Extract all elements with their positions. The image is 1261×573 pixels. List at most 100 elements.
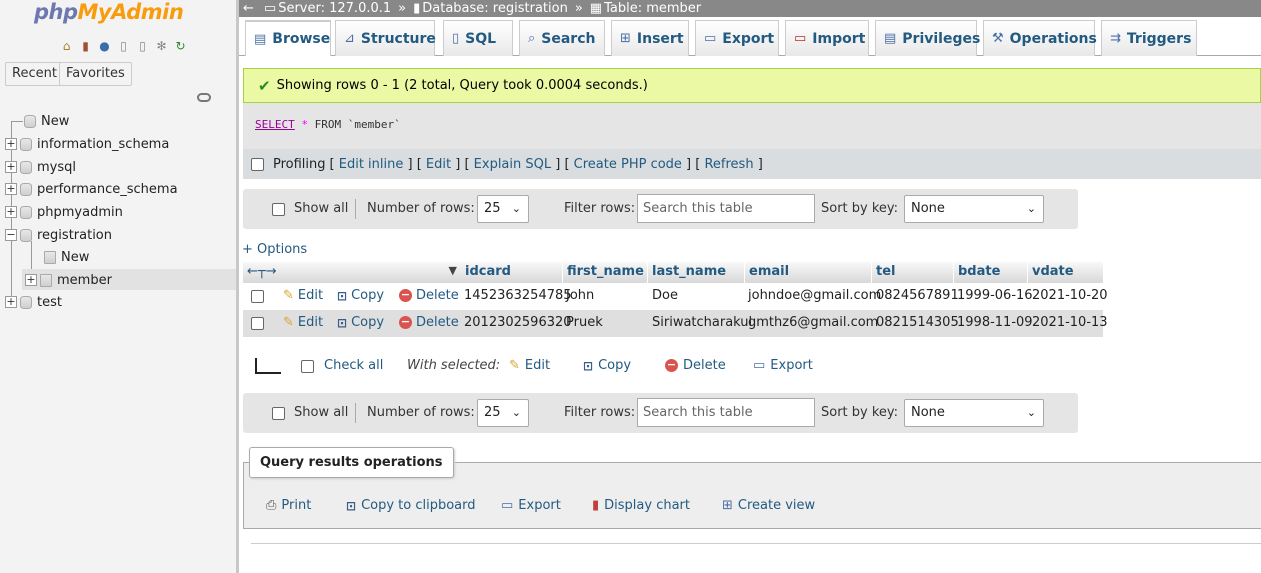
sort-select[interactable]: None ⌄ (904, 195, 1044, 223)
breadcrumb-table[interactable]: ▦ Table: member (590, 1, 701, 16)
docs-icon[interactable]: ▯ (115, 38, 132, 54)
tab-insert[interactable]: ⊞ Insert (611, 20, 689, 56)
tree-db-phpmyadmin[interactable]: + phpmyadmin (5, 202, 123, 222)
bulk-edit-button[interactable]: ✎ Edit (509, 358, 550, 373)
expand-icon[interactable]: + (5, 183, 17, 195)
row-copy-button[interactable]: ⊡ Copy (337, 315, 384, 330)
cell-vdate[interactable]: 2021-10-13 (1032, 315, 1108, 330)
row-delete-button[interactable]: − Delete (399, 315, 459, 330)
recent-tab[interactable]: Recent (5, 62, 64, 86)
tab-operations[interactable]: ⚒ Operations (983, 20, 1097, 56)
favorites-tab[interactable]: Favorites (59, 62, 132, 86)
cell-last-name[interactable]: Doe (652, 288, 678, 303)
expand-icon[interactable]: + (5, 206, 17, 218)
show-all-checkbox[interactable] (272, 203, 285, 216)
tree-db-test[interactable]: + test (5, 292, 62, 312)
rows-select[interactable]: 25 ⌄ (477, 195, 529, 223)
cell-email[interactable]: johndoe@gmail.com (748, 288, 881, 303)
cell-email[interactable]: gmthz6@gmail.com (748, 315, 878, 330)
tree-table-new[interactable]: New (44, 247, 89, 267)
cell-vdate[interactable]: 2021-10-20 (1032, 288, 1108, 303)
sql-keyword[interactable]: SELECT (255, 118, 295, 131)
back-arrow-icon[interactable]: ← (243, 1, 254, 16)
edit-inline-link[interactable]: Edit inline (339, 157, 404, 172)
bulk-export-button[interactable]: ▭ Export (753, 358, 813, 373)
tree-db-mysql[interactable]: + mysql (5, 157, 76, 177)
reload-icon[interactable]: ↻ (172, 38, 189, 54)
tab-triggers[interactable]: ⇉ Triggers (1101, 20, 1197, 56)
column-header-tel[interactable]: tel (872, 262, 953, 283)
tree-db-information-schema[interactable]: + information_schema (5, 134, 169, 154)
tab-export[interactable]: ▭ Export (695, 20, 779, 56)
cell-bdate[interactable]: 1999-06-16 (957, 288, 1033, 303)
collapse-icon[interactable]: − (5, 229, 17, 241)
expand-icon[interactable]: + (5, 161, 17, 173)
print-link[interactable]: ⎙ Print (266, 498, 311, 513)
cell-last-name[interactable]: Siriwatcharakul (652, 315, 752, 330)
column-header-idcard[interactable]: idcard (461, 262, 562, 283)
options-toggle[interactable]: + Options (242, 242, 307, 257)
explain-sql-link[interactable]: Explain SQL (474, 157, 551, 172)
sidebar-splitter[interactable] (236, 0, 239, 573)
cell-first-name[interactable]: John (566, 288, 594, 303)
display-chart-link[interactable]: ▮ Display chart (592, 498, 690, 513)
tab-browse[interactable]: ▤ Browse (245, 20, 331, 56)
cell-bdate[interactable]: 1998-11-09 (957, 315, 1033, 330)
sort-select[interactable]: None ⌄ (904, 399, 1044, 427)
tab-sql[interactable]: ▯ SQL (443, 20, 513, 56)
tree-db-performance-schema[interactable]: + performance_schema (5, 179, 178, 199)
column-header-bdate[interactable]: bdate (954, 262, 1027, 283)
column-header-vdate[interactable]: vdate (1028, 262, 1103, 283)
export-link[interactable]: ▭ Export (501, 498, 561, 513)
row-edit-button[interactable]: ✎ Edit (283, 288, 323, 303)
link-icon[interactable] (197, 93, 211, 102)
tab-structure[interactable]: ⊿ Structure (335, 20, 436, 56)
show-all-checkbox[interactable] (272, 407, 285, 420)
expand-icon[interactable]: + (5, 296, 17, 308)
cell-idcard[interactable]: 1452363254785 (464, 288, 572, 303)
home-icon[interactable]: ⌂ (58, 38, 75, 54)
column-header-email[interactable]: email (745, 262, 871, 283)
column-header-last-name[interactable]: last_name (648, 262, 744, 283)
expand-icon[interactable]: + (25, 274, 37, 286)
create-view-link[interactable]: ⊞ Create view (722, 498, 815, 513)
rows-select[interactable]: 25 ⌄ (477, 399, 529, 427)
bulk-delete-button[interactable]: − Delete (665, 358, 726, 373)
column-header-first-name[interactable]: first_name (563, 262, 647, 283)
copy-icon[interactable]: ▯ (134, 38, 151, 54)
cell-tel[interactable]: 0824567891 (876, 288, 959, 303)
cell-first-name[interactable]: Pruek (566, 315, 603, 330)
row-edit-button[interactable]: ✎ Edit (283, 315, 323, 330)
tab-import[interactable]: ▭ Import (785, 20, 869, 56)
row-checkbox[interactable] (251, 317, 264, 330)
row-copy-button[interactable]: ⊡ Copy (337, 288, 384, 303)
tree-db-registration[interactable]: − registration (5, 225, 112, 245)
tree-table-member[interactable]: + member (25, 270, 112, 290)
tab-privileges[interactable]: ▤ Privileges (875, 20, 980, 56)
row-delete-button[interactable]: − Delete (399, 288, 459, 303)
breadcrumb-database[interactable]: ▮ Database: registration (413, 1, 568, 16)
phpmyadmin-logo[interactable]: phpMyAdmin (34, 0, 184, 24)
expand-icon[interactable]: + (5, 138, 17, 150)
bulk-copy-button[interactable]: ⊡ Copy (583, 358, 631, 373)
create-php-code-link[interactable]: Create PHP code (574, 157, 682, 172)
edit-query-link[interactable]: Edit (426, 157, 451, 172)
logout-icon[interactable]: ▮ (77, 38, 94, 54)
refresh-link[interactable]: Refresh (704, 157, 753, 172)
column-resize-icon[interactable]: ←┬→ (247, 264, 277, 279)
help-icon[interactable]: ● (96, 38, 113, 54)
check-all-label[interactable]: Check all (324, 358, 383, 373)
row-checkbox[interactable] (251, 290, 264, 303)
filter-rows-input[interactable]: Search this table (637, 194, 815, 223)
profiling-checkbox[interactable] (251, 157, 264, 171)
cell-tel[interactable]: 0821514305 (876, 315, 959, 330)
breadcrumb-server[interactable]: ▭ Server: 127.0.0.1 (264, 1, 391, 16)
check-all-checkbox[interactable] (301, 360, 314, 373)
settings-icon[interactable]: ✻ (153, 38, 170, 54)
tab-search[interactable]: ⌕ Search (519, 20, 605, 56)
sort-arrow-icon[interactable]: ▼ (449, 264, 457, 277)
filter-rows-input[interactable]: Search this table (637, 398, 815, 427)
cell-idcard[interactable]: 2012302596320 (464, 315, 572, 330)
tree-new-database[interactable]: New (24, 111, 69, 131)
copy-to-clipboard-link[interactable]: ⊡ Copy to clipboard (346, 498, 476, 513)
